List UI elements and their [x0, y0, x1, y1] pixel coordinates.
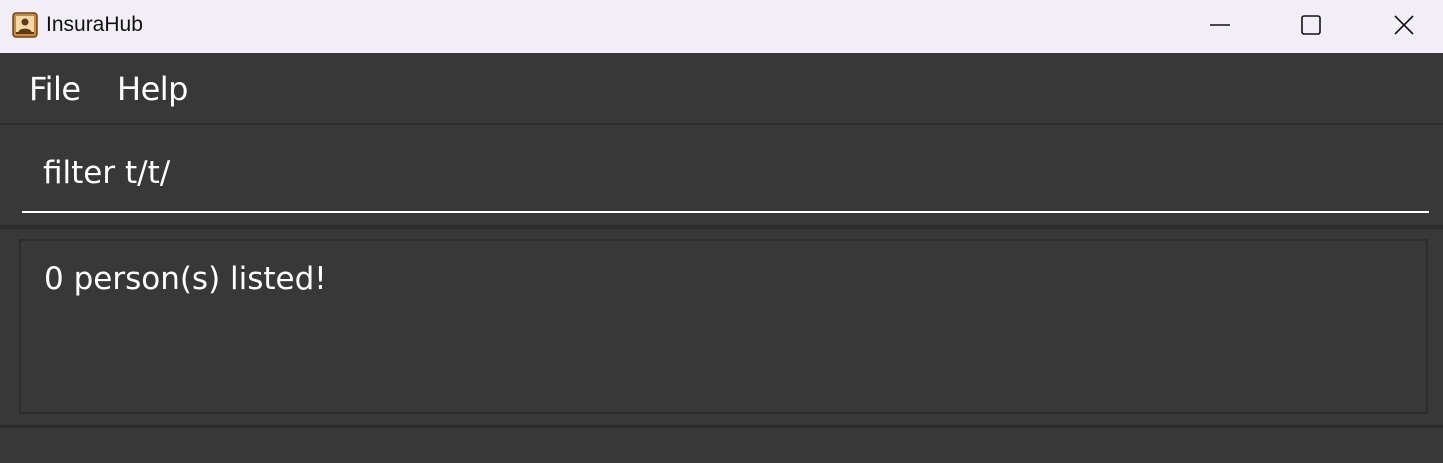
- maximize-button[interactable]: [1281, 0, 1341, 50]
- menu-bar: File Help: [0, 53, 1443, 125]
- command-box-container: [0, 125, 1443, 225]
- close-icon: [1394, 15, 1414, 35]
- result-message: 0 person(s) listed!: [44, 261, 327, 297]
- status-bar: [0, 428, 1443, 463]
- minimize-button[interactable]: [1190, 0, 1250, 50]
- close-button[interactable]: [1374, 0, 1434, 50]
- minimize-icon: [1210, 24, 1230, 26]
- result-display[interactable]: 0 person(s) listed!: [19, 239, 1428, 414]
- maximize-icon: [1301, 15, 1321, 35]
- window-title: InsuraHub: [46, 13, 143, 36]
- menu-file[interactable]: File: [29, 69, 81, 109]
- app-icon: [12, 12, 38, 38]
- command-input[interactable]: [22, 135, 1429, 213]
- title-bar: InsuraHub: [0, 0, 1443, 53]
- result-display-container: 0 person(s) listed!: [0, 229, 1443, 425]
- menu-help[interactable]: Help: [117, 69, 188, 109]
